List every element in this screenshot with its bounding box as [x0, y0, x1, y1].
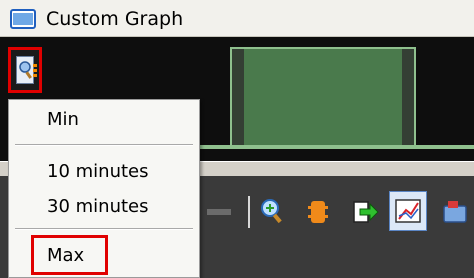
- line-chart-button[interactable]: [389, 191, 427, 231]
- graph-block-edge-left: [232, 49, 244, 147]
- menu-item-min[interactable]: Min: [47, 109, 79, 131]
- graph-data-block: [230, 47, 416, 149]
- folder-icon[interactable]: [440, 196, 470, 228]
- window-title: Custom Graph: [46, 8, 184, 30]
- menu-item-max-label: Max: [47, 245, 85, 266]
- menu-separator: [15, 144, 193, 146]
- graph-baseline: [196, 145, 474, 149]
- orange-block-icon[interactable]: [303, 196, 333, 228]
- menu-separator: [15, 228, 193, 230]
- window-app-icon: [10, 9, 36, 29]
- zoom-in-icon[interactable]: [258, 196, 288, 228]
- time-range-menu: Min 10 minutes 30 minutes Max: [8, 99, 200, 278]
- menu-item-30-minutes[interactable]: 30 minutes: [47, 196, 149, 218]
- time-range-button[interactable]: [8, 47, 42, 93]
- menu-item-max[interactable]: Max: [31, 235, 108, 275]
- title-bar: Custom Graph: [0, 0, 474, 37]
- export-arrow-icon[interactable]: [350, 196, 380, 228]
- dropdown-caret-icon: [33, 64, 37, 78]
- menu-item-10-minutes[interactable]: 10 minutes: [47, 161, 149, 183]
- magnifier-range-icon: [16, 56, 34, 84]
- line-chart-icon: [395, 199, 421, 223]
- toolbar-separator: [248, 196, 250, 228]
- scroll-back-icon[interactable]: [204, 196, 234, 228]
- graph-block-edge-right: [402, 49, 414, 147]
